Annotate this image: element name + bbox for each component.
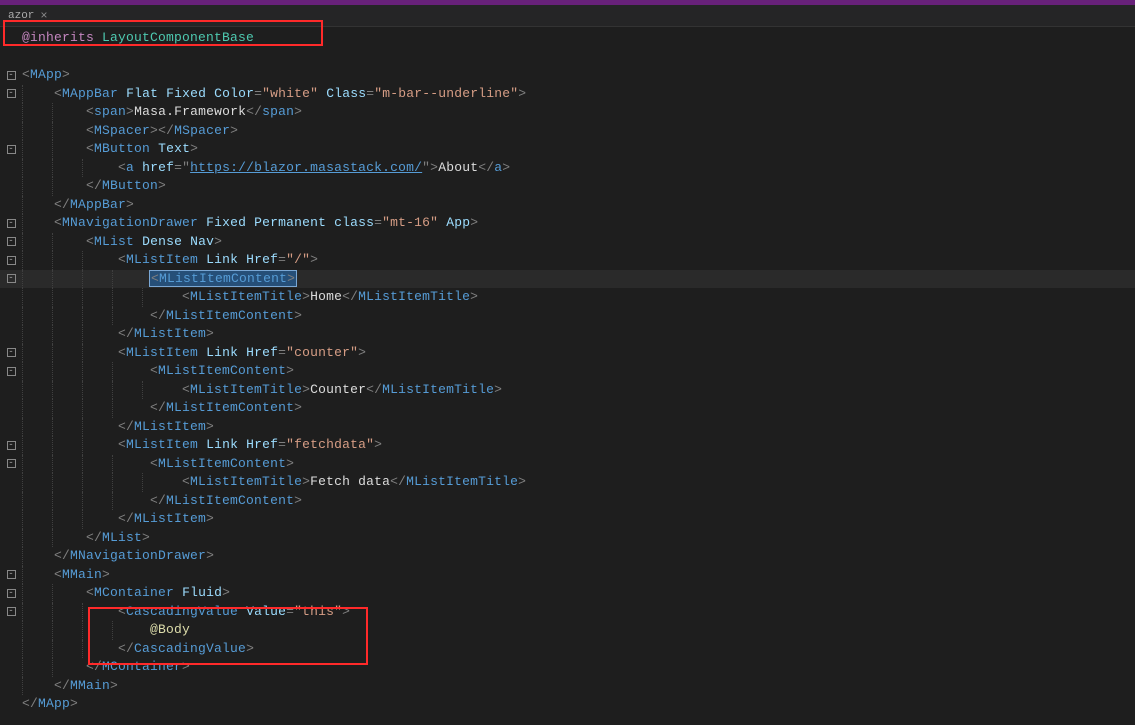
code-line[interactable]: </MContainer> [0,658,1135,677]
fold-toggle[interactable]: - [7,219,16,228]
selection: <MListItemContent> [150,271,296,286]
code-line[interactable]: - <MListItem Link Href="fetchdata"> [0,436,1135,455]
tab-label: azor [8,10,34,22]
code-line[interactable]: <MSpacer></MSpacer> [0,122,1135,141]
code-line[interactable]: @inherits LayoutComponentBase [0,29,1135,48]
fold-toggle[interactable]: - [7,459,16,468]
fold-toggle[interactable]: - [7,274,16,283]
code-editor[interactable]: @inherits LayoutComponentBase - <MApp> -… [0,27,1135,714]
code-line[interactable]: - <MContainer Fluid> [0,584,1135,603]
fold-toggle[interactable]: - [7,348,16,357]
fold-toggle[interactable]: - [7,89,16,98]
fold-toggle[interactable]: - [7,367,16,376]
code-line[interactable]: </MListItemContent> [0,307,1135,326]
fold-toggle[interactable]: - [7,145,16,154]
code-line[interactable]: </CascadingValue> [0,640,1135,659]
code-line[interactable]: <a href="https://blazor.masastack.com/">… [0,159,1135,178]
fold-toggle[interactable]: - [7,237,16,246]
code-line[interactable]: - <MMain> [0,566,1135,585]
file-tab[interactable]: azor × [0,5,56,26]
code-line[interactable]: </MNavigationDrawer> [0,547,1135,566]
code-line[interactable]: - <MList Dense Nav> [0,233,1135,252]
code-line[interactable]: @Body [0,621,1135,640]
code-line[interactable]: - <MApp> [0,66,1135,85]
code-line[interactable]: </MAppBar> [0,196,1135,215]
code-line[interactable]: - <MListItemContent> [0,362,1135,381]
code-line[interactable]: <MListItemTitle>Home</MListItemTitle> [0,288,1135,307]
code-line[interactable]: - <MListItem Link Href="counter"> [0,344,1135,363]
code-line[interactable]: - <MAppBar Flat Fixed Color="white" Clas… [0,85,1135,104]
code-line[interactable]: <MListItemTitle>Counter</MListItemTitle> [0,381,1135,400]
tab-bar: azor × [0,5,1135,27]
code-line[interactable]: - <MButton Text> [0,140,1135,159]
fold-toggle[interactable]: - [7,607,16,616]
code-line[interactable]: </MList> [0,529,1135,548]
fold-toggle[interactable]: - [7,570,16,579]
close-icon[interactable]: × [40,9,47,23]
fold-toggle[interactable]: - [7,589,16,598]
code-line[interactable]: - <MNavigationDrawer Fixed Permanent cla… [0,214,1135,233]
code-line[interactable]: </MApp> [0,695,1135,714]
code-line[interactable]: </MListItem> [0,510,1135,529]
code-line[interactable]: - <CascadingValue Value="this"> [0,603,1135,622]
code-line[interactable]: </MButton> [0,177,1135,196]
code-line[interactable]: - <MListItemContent> [0,455,1135,474]
code-line[interactable]: </MListItemContent> [0,399,1135,418]
fold-toggle[interactable]: - [7,256,16,265]
code-line[interactable]: </MListItemContent> [0,492,1135,511]
fold-toggle[interactable]: - [7,71,16,80]
fold-toggle[interactable]: - [7,441,16,450]
code-line-active[interactable]: - <MListItemContent> [0,270,1135,289]
code-line[interactable]: </MListItem> [0,418,1135,437]
code-line[interactable]: - <MListItem Link Href="/"> [0,251,1135,270]
code-line[interactable]: <span>Masa.Framework</span> [0,103,1135,122]
code-line[interactable]: </MListItem> [0,325,1135,344]
code-line[interactable] [0,48,1135,67]
code-line[interactable]: </MMain> [0,677,1135,696]
code-line[interactable]: <MListItemTitle>Fetch data</MListItemTit… [0,473,1135,492]
